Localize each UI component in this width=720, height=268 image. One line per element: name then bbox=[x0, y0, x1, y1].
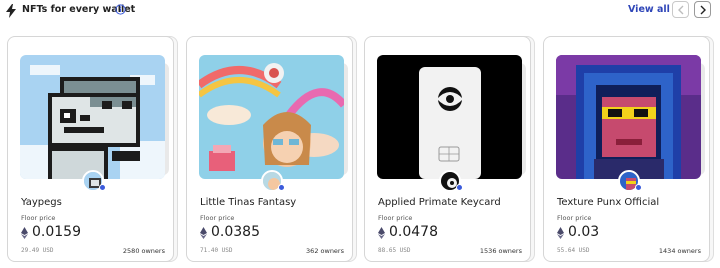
ethereum-icon bbox=[21, 227, 28, 239]
pixel-punk-image bbox=[556, 55, 701, 179]
collection-card[interactable]: Yaypegs Floor price 0.0159 29.49 USD 258… bbox=[7, 36, 178, 264]
card-body[interactable]: Yaypegs Floor price 0.0159 29.49 USD 258… bbox=[7, 36, 174, 262]
verified-badge-icon bbox=[456, 184, 463, 191]
owners-count: 2580 owners bbox=[122, 247, 165, 255]
floor-price-label: Floor price bbox=[21, 214, 56, 222]
collection-image[interactable] bbox=[377, 55, 522, 179]
section-header: NFTs for every wallet View all bbox=[0, 0, 720, 22]
collection-image[interactable] bbox=[556, 55, 701, 179]
usd-value: 88.65 USD bbox=[378, 247, 411, 254]
owners-count: 1434 owners bbox=[658, 247, 701, 255]
card-body[interactable]: Texture Punx Official Floor price 0.03 5… bbox=[543, 36, 710, 262]
floor-price-value: 0.0159 bbox=[32, 224, 81, 240]
verified-badge-icon bbox=[635, 184, 642, 191]
info-icon[interactable] bbox=[115, 4, 126, 15]
ethereum-icon bbox=[557, 227, 564, 239]
card-body[interactable]: Applied Primate Keycard Floor price 0.04… bbox=[364, 36, 531, 262]
lightning-icon bbox=[6, 4, 16, 18]
usd-value: 55.64 USD bbox=[557, 247, 590, 254]
collection-name: Yaypegs bbox=[21, 197, 62, 208]
ethereum-icon bbox=[200, 227, 207, 239]
floor-price-value: 0.03 bbox=[568, 224, 600, 240]
keycard-image bbox=[377, 55, 522, 179]
chevron-right-icon bbox=[700, 5, 706, 15]
owners-count: 1536 owners bbox=[479, 247, 522, 255]
card-body[interactable]: Little Tinas Fantasy Floor price 0.0385 … bbox=[186, 36, 353, 262]
floor-price-label: Floor price bbox=[200, 214, 235, 222]
floor-price-value: 0.0478 bbox=[389, 224, 438, 240]
collection-card[interactable]: Little Tinas Fantasy Floor price 0.0385 … bbox=[186, 36, 357, 264]
collection-card[interactable]: Applied Primate Keycard Floor price 0.04… bbox=[364, 36, 535, 264]
owners-count: 362 owners bbox=[306, 247, 344, 255]
view-all-link[interactable]: View all bbox=[628, 4, 670, 15]
ethereum-icon bbox=[378, 227, 385, 239]
collection-name: Texture Punx Official bbox=[557, 197, 660, 208]
floor-price-value: 0.0385 bbox=[211, 224, 260, 240]
floor-price-label: Floor price bbox=[557, 214, 592, 222]
usd-value: 71.40 USD bbox=[200, 247, 233, 254]
pixel-art-image bbox=[20, 55, 165, 179]
chevron-left-icon bbox=[678, 5, 684, 15]
collection-name: Little Tinas Fantasy bbox=[200, 197, 297, 208]
collection-name: Applied Primate Keycard bbox=[378, 197, 501, 208]
previous-button[interactable] bbox=[672, 1, 689, 18]
verified-badge-icon bbox=[278, 184, 285, 191]
usd-value: 29.49 USD bbox=[21, 247, 54, 254]
verified-badge-icon bbox=[99, 184, 106, 191]
next-button[interactable] bbox=[694, 1, 711, 18]
collection-image[interactable] bbox=[20, 55, 165, 179]
collection-image[interactable] bbox=[199, 55, 344, 179]
floor-price-label: Floor price bbox=[378, 214, 413, 222]
collection-card[interactable]: Texture Punx Official Floor price 0.03 5… bbox=[543, 36, 714, 264]
fantasy-art-image bbox=[199, 55, 344, 179]
